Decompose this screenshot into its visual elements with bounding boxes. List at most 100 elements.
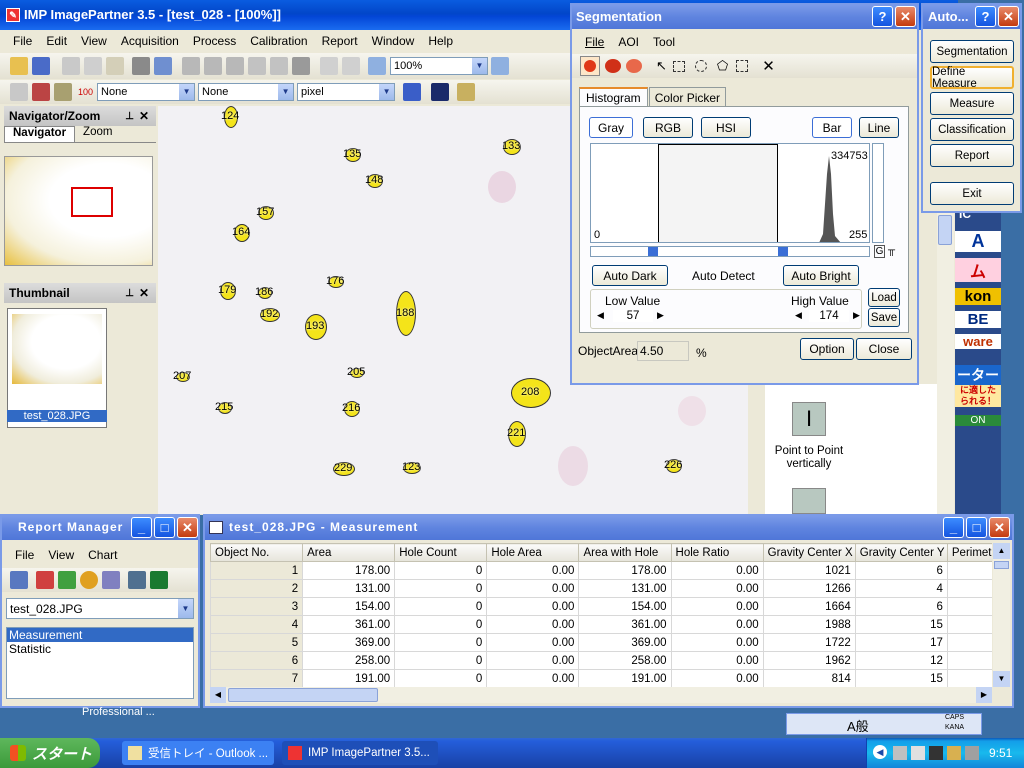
clock[interactable]: 9:51 [989, 746, 1012, 760]
seg-menu-aoi[interactable]: AOI [611, 35, 646, 49]
table-row[interactable]: 3 154.00 0 0.00 154.00 0.00 1664 6 [210, 597, 992, 616]
menu-calibration[interactable]: Calibration [243, 34, 314, 48]
list-item-statistic[interactable]: Statistic [7, 642, 193, 656]
table-cell[interactable] [946, 633, 992, 652]
table-cell[interactable]: 1962 [762, 651, 856, 670]
table-cell[interactable]: 6 [854, 597, 948, 616]
auto-bright-button[interactable]: Auto Bright [783, 265, 859, 286]
counter-icon[interactable]: 100 [78, 87, 93, 97]
table-cell[interactable]: 0 [394, 615, 488, 634]
point-to-point-icon[interactable]: I [792, 402, 826, 436]
table-cell[interactable]: 0.00 [486, 651, 580, 670]
close-icon[interactable]: ✕ [139, 286, 149, 300]
table-cell[interactable]: 0.00 [670, 651, 764, 670]
high-value-input[interactable]: 174 [809, 310, 849, 322]
help-icon[interactable] [154, 57, 172, 75]
table-cell[interactable]: 15 [854, 669, 948, 687]
table-row[interactable]: 6 258.00 0 0.00 258.00 0.00 1962 12 [210, 651, 992, 670]
seg-menu-tool[interactable]: Tool [646, 35, 682, 49]
minimize-button[interactable]: _ [943, 517, 964, 538]
pie-chart-icon[interactable] [80, 571, 98, 589]
column-header[interactable]: Area with Hole [578, 543, 672, 562]
high-slider-handle[interactable] [778, 247, 788, 256]
maximize-button[interactable]: □ [154, 517, 175, 538]
table-cell[interactable]: 178.00 [578, 561, 672, 580]
low-value-input[interactable]: 57 [613, 310, 653, 322]
process-icon-5[interactable] [270, 57, 288, 75]
auto-define-measure-button[interactable]: Define Measure [930, 66, 1014, 90]
cut-icon[interactable] [62, 57, 80, 75]
load-button[interactable]: Load [868, 288, 900, 307]
hsi-mode-button[interactable]: HSI [701, 117, 751, 138]
auto-segmentation-button[interactable]: Segmentation [930, 40, 1014, 63]
ime-mode[interactable]: A般 [847, 716, 869, 735]
print-icon[interactable] [132, 57, 150, 75]
exclude-object-icon[interactable] [626, 59, 642, 73]
table-cell[interactable]: 369.00 [578, 633, 672, 652]
viewport-rectangle[interactable] [71, 187, 113, 217]
polygon-aoi-icon[interactable]: ⬠ [717, 58, 728, 74]
low-increment-icon[interactable]: ▶ [657, 310, 664, 321]
bar-chart-icon[interactable] [36, 571, 54, 589]
rgb-mode-button[interactable]: RGB [643, 117, 693, 138]
table-cell[interactable]: 1988 [762, 615, 856, 634]
table-cell[interactable]: 0.00 [486, 669, 580, 687]
table-cell[interactable] [946, 651, 992, 670]
menu-view[interactable]: View [74, 34, 114, 48]
help-button[interactable]: ? [975, 6, 996, 27]
auto-exit-button[interactable]: Exit [930, 182, 1014, 205]
table-cell[interactable]: 4 [854, 579, 948, 598]
line-chart-icon[interactable] [58, 571, 76, 589]
table-cell[interactable]: 0 [394, 579, 488, 598]
scroll-right-icon[interactable]: ▶ [976, 687, 992, 703]
table-row[interactable]: 5 369.00 0 0.00 369.00 0.00 1722 17 [210, 633, 992, 652]
table-cell[interactable]: 12 [854, 651, 948, 670]
table-cell[interactable] [946, 579, 992, 598]
table-cell[interactable] [946, 669, 992, 687]
reset-icon[interactable]: ╥ [888, 245, 895, 256]
thumbnail-filename[interactable]: test_028.JPG [7, 410, 107, 422]
table-icon[interactable] [10, 571, 28, 589]
measure-tool-icon[interactable] [10, 83, 28, 101]
table-cell[interactable]: 1266 [762, 579, 856, 598]
column-header[interactable]: Gravity Center Y [854, 543, 948, 562]
table-row[interactable]: 2 131.00 0 0.00 131.00 0.00 1266 4 [210, 579, 992, 598]
table-cell[interactable]: 6 [854, 561, 948, 580]
scrollbar-thumb[interactable] [228, 688, 378, 702]
tool-icon-2[interactable] [792, 488, 826, 514]
column-header[interactable]: Hole Ratio [670, 543, 764, 562]
histogram-vscroll[interactable] [872, 143, 884, 243]
line-view-button[interactable]: Line [859, 117, 899, 138]
low-decrement-icon[interactable]: ◀ [597, 310, 604, 321]
column-header[interactable]: Hole Area [486, 543, 580, 562]
table-cell[interactable]: 0.00 [670, 669, 764, 687]
scrollbar-thumb[interactable] [994, 561, 1009, 569]
table-cell[interactable]: 2 [210, 579, 304, 598]
menu-edit[interactable]: Edit [39, 34, 74, 48]
multi-object-icon[interactable] [605, 59, 621, 73]
table-cell[interactable]: 0.00 [670, 561, 764, 580]
paste-icon[interactable] [106, 57, 124, 75]
menu-report[interactable]: Report [315, 34, 365, 48]
report-manager-title-bar[interactable]: Report Manager _ □ ✕ [2, 516, 198, 540]
table-cell[interactable]: 3 [210, 597, 304, 616]
scroll-up-icon[interactable]: ▲ [993, 543, 1010, 559]
table-cell[interactable]: 0.00 [486, 597, 580, 616]
report-file-select[interactable]: test_028.JPG ▼ [6, 598, 194, 619]
close-button[interactable]: ✕ [895, 6, 916, 27]
table-cell[interactable]: 0.00 [486, 579, 580, 598]
copy-icon[interactable] [84, 57, 102, 75]
table-cell[interactable]: 361.00 [302, 615, 396, 634]
auto-report-button[interactable]: Report [930, 144, 1014, 167]
save-icon[interactable] [32, 57, 50, 75]
redo-icon[interactable] [342, 57, 360, 75]
table-row[interactable]: 4 361.00 0 0.00 361.00 0.00 1988 15 [210, 615, 992, 634]
table-cell[interactable]: 4 [210, 615, 304, 634]
select-object-icon[interactable] [580, 56, 600, 76]
scatter-chart-icon[interactable] [102, 571, 120, 589]
undo-icon[interactable] [320, 57, 338, 75]
table-cell[interactable]: 17 [854, 633, 948, 652]
tray-icon[interactable] [947, 746, 961, 760]
close-button[interactable]: ✕ [989, 517, 1010, 538]
option-button[interactable]: Option [800, 338, 854, 360]
